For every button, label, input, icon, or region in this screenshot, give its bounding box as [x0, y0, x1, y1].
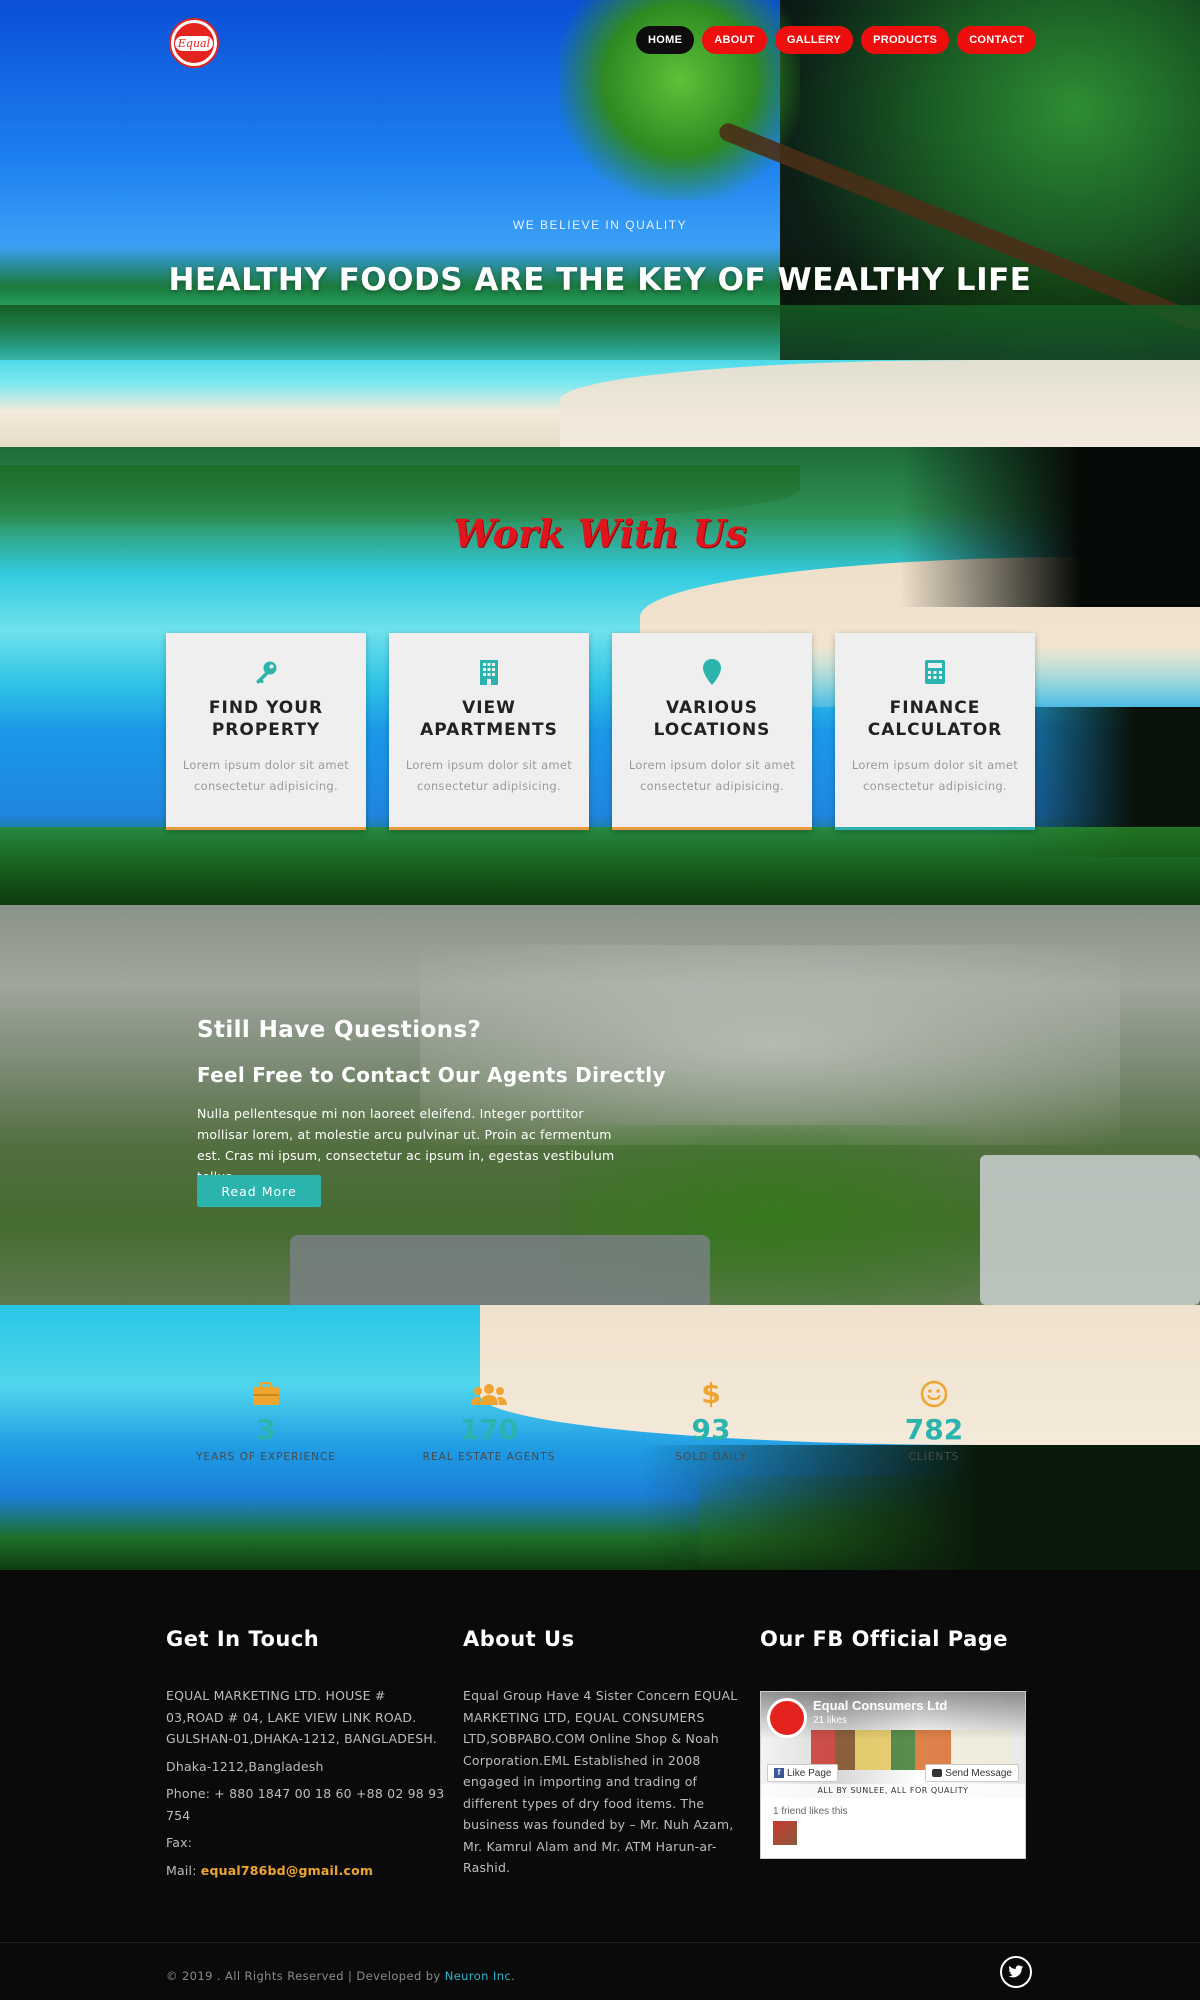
stat-value: 3	[256, 1413, 276, 1446]
main-nav: HOME ABOUT GALLERY PRODUCTS CONTACT	[636, 26, 1037, 54]
nav-home[interactable]: HOME	[636, 26, 695, 54]
footer-contact-title: Get In Touch	[166, 1627, 320, 1651]
stat-value: 170	[459, 1413, 519, 1446]
contact-mail-link[interactable]: equal786bd@gmail.com	[201, 1863, 373, 1878]
hero-bg-treeline	[0, 305, 1200, 360]
feature-card-text: Lorem ipsum dolor sit amet consectetur a…	[405, 758, 573, 793]
contact-address: EQUAL MARKETING LTD. HOUSE # 03,ROAD # 0…	[166, 1688, 437, 1746]
questions-section: Still Have Questions? Feel Free to Conta…	[0, 905, 1200, 1305]
fb-friend-avatar[interactable]	[773, 1821, 797, 1845]
fb-page-avatar[interactable]	[767, 1698, 807, 1738]
stats-section: 3 YEARS OF EXPERIENCE 170 REAL ESTATE AG…	[0, 1305, 1200, 1570]
stat-agents: 170 REAL ESTATE AGENTS	[389, 1379, 589, 1463]
fb-send-message-button[interactable]: Send Message	[925, 1764, 1019, 1782]
hero-tagline: WE BELIEVE IN QUALITY	[512, 218, 688, 232]
fb-page-name[interactable]: Equal Consumers Ltd	[813, 1698, 947, 1713]
twitter-link[interactable]	[1000, 1956, 1032, 1988]
contact-fax: Fax:	[166, 1835, 193, 1850]
stat-sold-daily: $ 93 SOLD DAILY	[611, 1377, 811, 1464]
feature-card-title: FINANCE CALCULATOR	[867, 698, 1003, 740]
copyright: © 2019 . All Rights Reserved | Developed…	[166, 1969, 516, 1983]
footer-about: About Us Equal Group Have 4 Sister Conce…	[463, 1627, 741, 1879]
nav-gallery[interactable]: GALLERY	[774, 26, 854, 54]
site-logo[interactable]: Equal	[171, 20, 217, 66]
footer-contact: Get In Touch EQUAL MARKETING LTD. HOUSE …	[166, 1627, 446, 1887]
messenger-icon	[932, 1769, 943, 1777]
feature-card-finance-calculator[interactable]: FINANCE CALCULATOR Lorem ipsum dolor sit …	[835, 633, 1035, 830]
fb-cover-image: Equal Consumers Ltd 21 likes f Like Page…	[761, 1692, 1025, 1798]
facebook-icon: f	[774, 1768, 784, 1778]
questions-title: Still Have Questions?	[197, 1017, 482, 1043]
feature-card-title: VIEW APARTMENTS	[420, 698, 558, 740]
briefcase-icon	[166, 1379, 366, 1409]
feature-card-text: Lorem ipsum dolor sit amet consectetur a…	[851, 758, 1019, 793]
fb-cover-banner: ALL BY SUNLEE, ALL FOR QUALITY	[761, 1784, 1025, 1798]
site-footer: Get In Touch EQUAL MARKETING LTD. HOUSE …	[0, 1570, 1200, 2000]
nav-contact[interactable]: CONTACT	[957, 26, 1037, 54]
stat-label: REAL ESTATE AGENTS	[422, 1451, 556, 1463]
feature-card-title: VARIOUS LOCATIONS	[653, 698, 771, 740]
read-more-button[interactable]: Read More	[197, 1175, 321, 1207]
key-icon	[251, 657, 281, 687]
hero-bg-sand	[560, 360, 1200, 447]
building-icon	[474, 657, 504, 687]
twitter-icon	[1008, 1965, 1024, 1978]
fb-friends-text: 1 friend likes this	[773, 1806, 848, 1817]
feature-card-view-apartments[interactable]: VIEW APARTMENTS Lorem ipsum dolor sit ame…	[389, 633, 589, 830]
developer-link[interactable]: Neuron Inc	[445, 1969, 511, 1983]
stat-value: 93	[691, 1413, 731, 1446]
stat-label: CLIENTS	[908, 1451, 960, 1463]
footer-about-text: Equal Group Have 4 Sister Concern EQUAL …	[463, 1688, 738, 1875]
smile-icon	[834, 1379, 1034, 1409]
dollar-icon: $	[701, 1377, 721, 1410]
hero-headline: HEALTHY FOODS ARE THE KEY OF WEALTHY LIF…	[168, 262, 1032, 298]
feature-card-title: FIND YOUR PROPERTY	[208, 698, 324, 740]
feature-card-various-locations[interactable]: VARIOUS LOCATIONS Lorem ipsum dolor sit a…	[612, 633, 812, 830]
contact-mail-label: Mail:	[166, 1862, 197, 1878]
hero-section: Equal HOME ABOUT GALLERY PRODUCTS CONTAC…	[0, 0, 1200, 447]
work-section: Work With Us FIND YOUR PROPERTY Lorem ips…	[0, 447, 1200, 905]
work-bg-trees-bottom	[0, 827, 1200, 905]
footer-fb-title: Our FB Official Page	[760, 1627, 1009, 1651]
stat-label: YEARS OF EXPERIENCE	[196, 1451, 336, 1463]
feature-cards: FIND YOUR PROPERTY Lorem ipsum dolor sit …	[166, 633, 1035, 830]
stat-clients: 782 CLIENTS	[834, 1379, 1034, 1463]
footer-divider	[0, 1942, 1200, 1943]
questions-subtitle: Feel Free to Contact Our Agents Directly	[197, 1063, 666, 1087]
footer-about-title: About Us	[463, 1627, 575, 1651]
nav-products[interactable]: PRODUCTS	[861, 26, 950, 54]
users-icon	[389, 1379, 589, 1409]
calculator-icon	[920, 657, 950, 687]
fb-page-likes: 21 likes	[813, 1715, 847, 1726]
fb-page-widget[interactable]: Equal Consumers Ltd 21 likes f Like Page…	[760, 1691, 1026, 1859]
contact-mail-row: Mail: equal786bd@gmail.com	[166, 1860, 446, 1882]
work-title: Work With Us	[453, 511, 747, 556]
feature-card-text: Lorem ipsum dolor sit amet consectetur a…	[182, 758, 350, 793]
stat-label: SOLD DAILY	[675, 1451, 747, 1463]
contact-city: Dhaka-1212,Bangladesh	[166, 1758, 324, 1774]
stat-years-experience: 3 YEARS OF EXPERIENCE	[166, 1379, 366, 1463]
nav-about[interactable]: ABOUT	[702, 26, 767, 54]
logo-text: Equal	[174, 35, 214, 51]
footer-fb: Our FB Official Page	[760, 1627, 1040, 1651]
contact-phone: Phone: + 880 1847 00 18 60 +88 02 98 93 …	[166, 1786, 445, 1823]
feature-card-find-property[interactable]: FIND YOUR PROPERTY Lorem ipsum dolor sit …	[166, 633, 366, 830]
map-marker-icon	[697, 657, 727, 687]
stat-value: 782	[904, 1413, 964, 1446]
feature-card-text: Lorem ipsum dolor sit amet consectetur a…	[628, 758, 796, 793]
fb-like-button[interactable]: f Like Page	[767, 1764, 839, 1782]
stats-bg-shadow	[640, 1445, 1200, 1570]
